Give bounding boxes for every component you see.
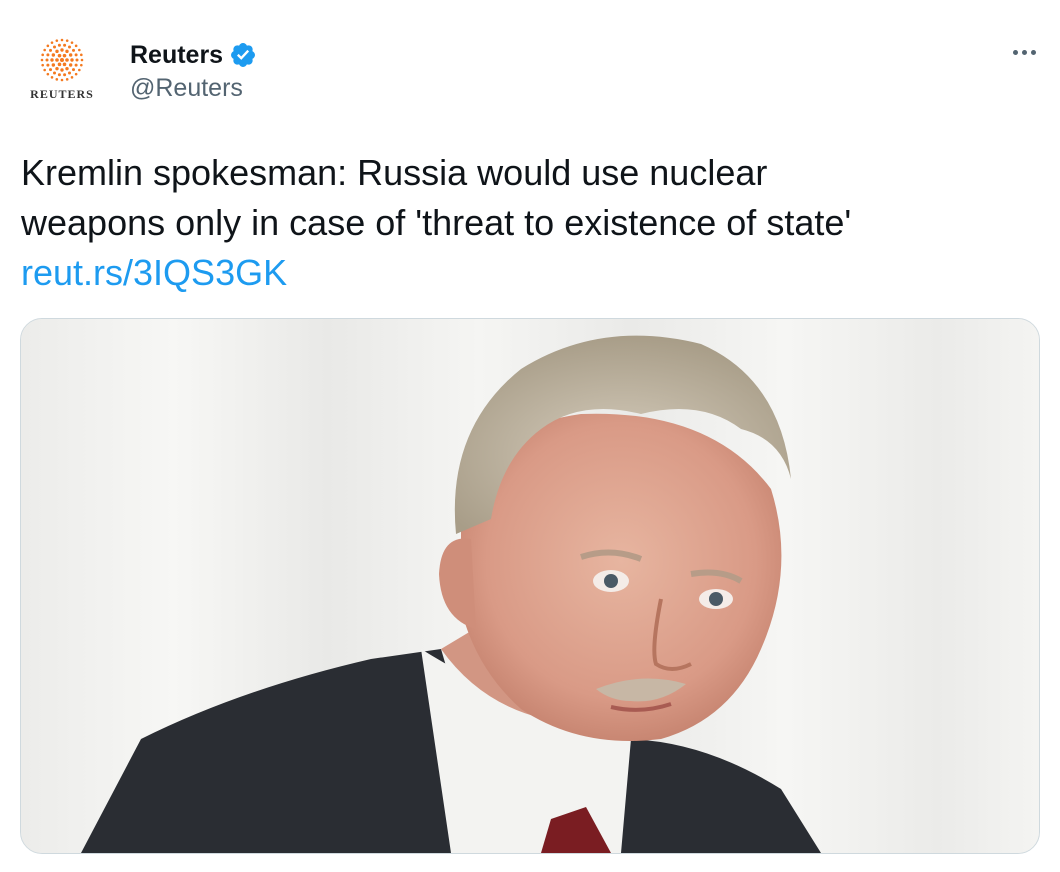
- avatar-wordmark: REUTERS: [30, 87, 94, 101]
- more-options-button[interactable]: [1004, 40, 1044, 64]
- tweet-card: REUTERS Reuters @Reuters Kremlin spokesm…: [0, 0, 1060, 872]
- tweet-text: Kremlin spokesman: Russia would use nucl…: [21, 148, 1031, 298]
- tweet-photo[interactable]: [20, 318, 1040, 854]
- tweet-text-line: Kremlin spokesman: Russia would use nucl…: [21, 152, 768, 193]
- avatar[interactable]: REUTERS: [20, 30, 104, 114]
- ellipsis-icon: [1021, 49, 1027, 55]
- verified-badge-icon: [231, 43, 256, 67]
- photo-man-portrait-icon: [21, 319, 1039, 853]
- tweet-link[interactable]: reut.rs/3IQS3GK: [21, 248, 1031, 298]
- author-display-name[interactable]: Reuters: [130, 41, 223, 70]
- ellipsis-icon: [1012, 49, 1018, 55]
- author-name-row: Reuters: [130, 38, 257, 72]
- tweet-text-line: weapons only in case of 'threat to exist…: [21, 202, 852, 243]
- author-handle[interactable]: @Reuters: [130, 74, 243, 103]
- ellipsis-icon: [1030, 49, 1036, 55]
